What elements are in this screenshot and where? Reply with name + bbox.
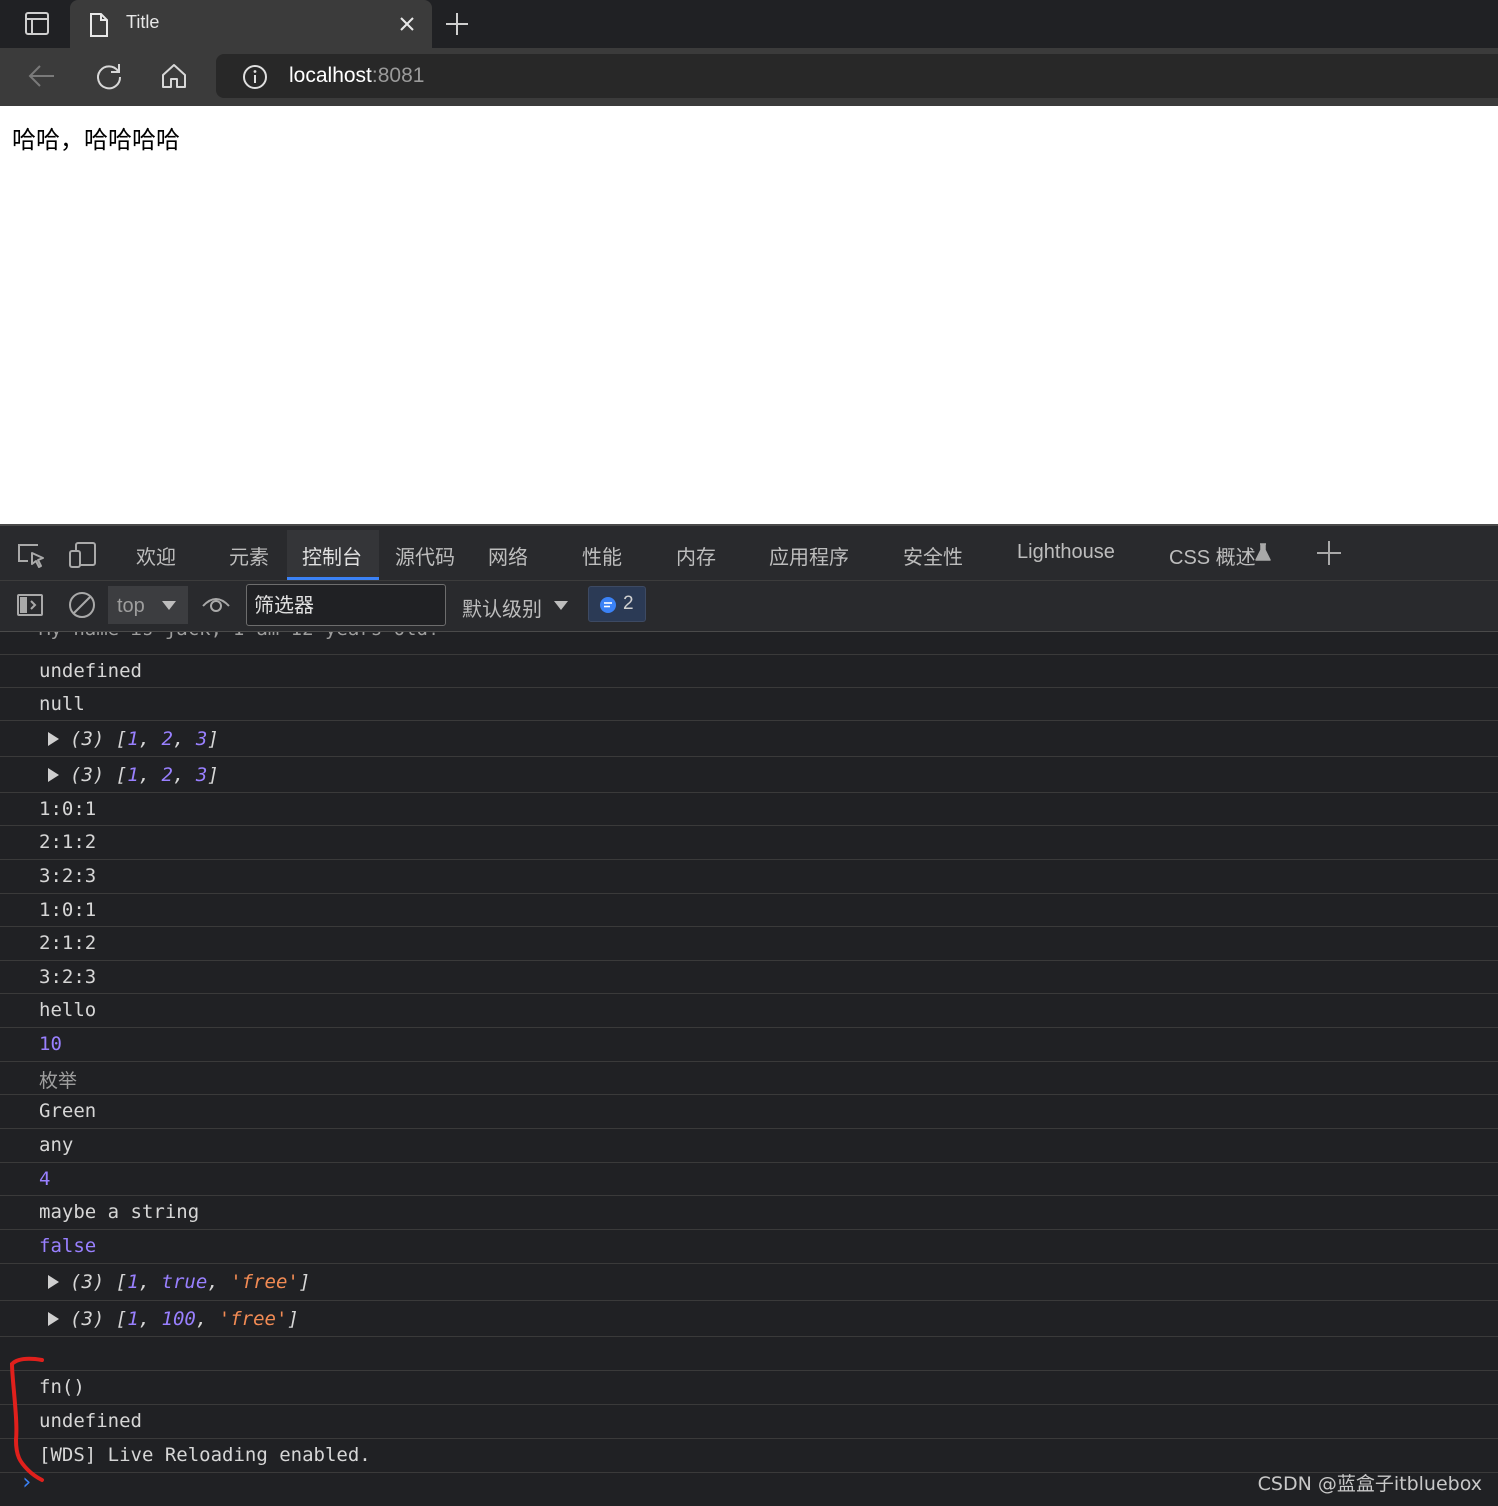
array-preview: (3) [1, 2, 3]: [70, 728, 219, 750]
issues-message-icon: [600, 597, 616, 613]
experimental-flask-icon: [1255, 543, 1271, 561]
console-array-message[interactable]: (3) [1, 2, 3]: [0, 721, 1498, 757]
console-output: My name is jack, I am 12 years old! unde…: [0, 632, 1498, 1506]
tab-css-overview[interactable]: CSS 概述: [1169, 541, 1256, 570]
address-bar[interactable]: localhost:8081: [216, 54, 1498, 98]
console-message: maybe a string: [0, 1196, 1498, 1230]
console-message: [0, 1337, 1498, 1371]
console-message: fn(): [0, 1371, 1498, 1405]
url-host: localhost: [289, 64, 372, 87]
console-message: 枚举: [0, 1062, 1498, 1095]
expand-triangle-icon[interactable]: [48, 1312, 59, 1326]
url-port: :8081: [371, 64, 425, 87]
device-emulation-icon[interactable]: [68, 540, 98, 570]
console-filter-bar: top 默认级别 2: [0, 581, 1498, 632]
console-filter-input[interactable]: [246, 584, 446, 626]
console-message: 2:1:2: [0, 826, 1498, 860]
page-body-text: 哈哈，哈哈哈哈: [12, 126, 180, 154]
console-message: any: [0, 1129, 1498, 1163]
log-level-selector[interactable]: 默认级别: [462, 593, 542, 622]
tab-title: Title: [126, 12, 160, 32]
console-prompt-chevron-icon[interactable]: ›: [20, 1470, 33, 1495]
refresh-icon[interactable]: [94, 62, 124, 92]
home-icon[interactable]: [160, 62, 188, 90]
console-array-message[interactable]: (3) [1, 100, 'free']: [0, 1301, 1498, 1337]
tab-performance[interactable]: 性能: [582, 541, 622, 570]
browser-toolbar: localhost:8081: [0, 48, 1498, 108]
live-expression-eye-icon[interactable]: [201, 594, 231, 616]
issues-counter-button[interactable]: 2: [588, 586, 646, 622]
page-document-icon: [90, 13, 108, 37]
console-message: 4: [0, 1163, 1498, 1196]
tab-actions-icon: [25, 12, 49, 35]
console-message: undefined: [0, 1405, 1498, 1439]
console-array-message[interactable]: (3) [1, true, 'free']: [0, 1264, 1498, 1301]
tab-console[interactable]: 控制台: [302, 541, 362, 570]
tab-strip: Title: [0, 0, 1498, 48]
log-level-label: 默认级别: [462, 599, 542, 621]
array-preview: (3) [1, true, 'free']: [70, 1271, 311, 1293]
more-tools-plus-icon[interactable]: [1316, 540, 1342, 566]
console-message: 3:2:3: [0, 961, 1498, 994]
browser-tab[interactable]: Title: [70, 0, 432, 48]
tab-network[interactable]: 网络: [488, 541, 528, 570]
console-message: 1:0:1: [0, 793, 1498, 826]
console-message: My name is jack, I am 12 years old!: [0, 632, 1498, 655]
dropdown-triangle-icon: [162, 601, 176, 610]
expand-triangle-icon[interactable]: [48, 1275, 59, 1289]
array-preview: (3) [1, 100, 'free']: [70, 1308, 299, 1330]
new-tab-plus-icon[interactable]: [444, 11, 470, 37]
tab-actions-button[interactable]: [14, 10, 58, 38]
issues-count: 2: [623, 593, 634, 614]
console-message: hello: [0, 994, 1498, 1028]
back-arrow-icon[interactable]: [26, 62, 56, 90]
inspect-element-icon[interactable]: [16, 541, 46, 569]
expand-triangle-icon[interactable]: [48, 732, 59, 746]
console-message: null: [0, 688, 1498, 721]
close-tab-icon[interactable]: [398, 15, 416, 33]
expand-triangle-icon[interactable]: [48, 768, 59, 782]
console-message: undefined: [0, 655, 1498, 688]
site-info-icon[interactable]: [242, 64, 268, 90]
console-message: 3:2:3: [0, 860, 1498, 894]
console-message: [WDS] Live Reloading enabled.: [0, 1439, 1498, 1473]
devtools-panel: 欢迎 元素 控制台 源代码 网络 性能 内存 应用程序 安全性 Lighthou…: [0, 524, 1498, 1506]
console-message: 10: [0, 1028, 1498, 1062]
tab-application[interactable]: 应用程序: [769, 541, 849, 570]
context-selector-label: top: [117, 595, 145, 617]
watermark-text: CSDN @蓝盒子itbluebox: [1257, 1473, 1482, 1495]
console-message: false: [0, 1230, 1498, 1264]
console-message: Green: [0, 1095, 1498, 1129]
log-level-dropdown-icon: [554, 601, 568, 610]
tab-security[interactable]: 安全性: [903, 541, 963, 570]
devtools-tab-bar: 欢迎 元素 控制台 源代码 网络 性能 内存 应用程序 安全性 Lighthou…: [0, 526, 1498, 581]
web-page-viewport: 哈哈，哈哈哈哈: [0, 106, 1498, 524]
console-message: 2:1:2: [0, 927, 1498, 961]
console-message: 1:0:1: [0, 894, 1498, 927]
clear-console-icon[interactable]: [67, 590, 97, 620]
tab-welcome[interactable]: 欢迎: [136, 541, 176, 570]
tab-memory[interactable]: 内存: [676, 541, 716, 570]
url-text: localhost:8081: [289, 64, 424, 88]
context-selector[interactable]: top: [108, 586, 188, 624]
tab-lighthouse[interactable]: Lighthouse: [1017, 541, 1115, 564]
console-array-message[interactable]: (3) [1, 2, 3]: [0, 757, 1498, 793]
tab-sources[interactable]: 源代码: [395, 541, 455, 570]
tab-elements[interactable]: 元素: [229, 541, 269, 570]
show-sidebar-icon[interactable]: [16, 593, 44, 617]
array-preview: (3) [1, 2, 3]: [70, 764, 219, 786]
